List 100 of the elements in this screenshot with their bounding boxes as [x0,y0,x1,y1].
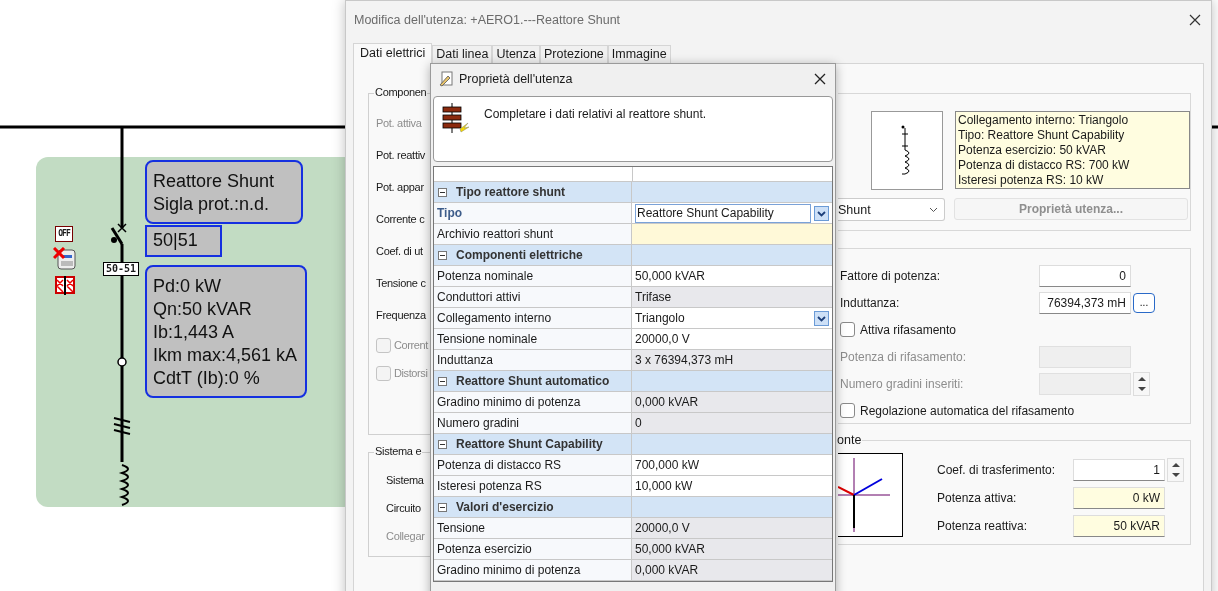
field-label: Corrente c [376,213,425,225]
info-line: Isteresi potenza RS: 10 kW [958,173,1105,188]
tab[interactable]: Immagine [607,45,671,63]
checkbox-label: Corrent [394,339,428,351]
property-name[interactable]: Gradino minimo di potenza [434,560,632,580]
property-value[interactable]: 3 x 76394,373 mH [632,350,832,370]
property-name[interactable]: Conduttori attivi [434,287,632,307]
field-label: Numero gradini inseriti: [840,376,965,391]
type-dropdown[interactable]: Shunt [838,198,945,221]
checkbox-label: Attiva rifasamento [860,322,957,337]
label-text: Sigla prot.:n.d. [153,193,271,216]
field-label: Pot. attiva [376,117,422,129]
group-title: Sistema e [374,445,423,457]
info-line: Potenza esercizio: 50 kVAR [958,143,1107,158]
property-value[interactable]: 50,000 kVAR [632,539,832,559]
info-line: Collegamento interno: Triangolo [958,113,1130,128]
property-value[interactable]: Trifase [632,287,832,307]
tab[interactable]: Utenza [492,45,541,63]
collapse-icon[interactable] [438,502,447,512]
node-icon [117,357,127,367]
property-value[interactable]: Triangolo [632,308,832,328]
property-value[interactable]: 20000,0 V [632,518,832,538]
label-text: Ib:1,443 A [153,321,236,344]
property-value[interactable]: 0,000 kVAR [632,560,832,580]
field-label: Pot. appar [376,181,424,193]
property-name[interactable]: Gradino minimo di potenza [434,392,632,412]
checkbox-label: Regolazione automatica del rifasamento [860,403,1075,418]
field-label: Coef. di ut [376,245,423,257]
coil-icon [121,464,129,506]
field-label: Tensione c [376,277,426,289]
group-title: Componen [374,86,428,98]
label-text: Reattore Shunt [153,170,276,193]
category-title: Reattore Shunt Capability [456,437,603,451]
label-box[interactable]: 50|51 [145,225,222,257]
input-field[interactable]: 1 [1073,459,1165,481]
property-name[interactable]: Potenza di distacco RS [434,455,632,475]
collapse-icon[interactable] [438,439,447,449]
reactor-stack-icon [442,103,470,133]
checkbox[interactable] [840,403,855,418]
close-icon[interactable] [814,72,826,85]
field-label: Potenza reattiva: [937,519,1029,533]
property-name[interactable]: Potenza esercizio [434,539,632,559]
edit-icon [438,70,454,87]
category-title: Tipo reattore shunt [456,185,566,199]
field-label: Collegar [386,530,425,542]
tab[interactable]: Protezione [540,45,608,63]
collapse-icon[interactable] [438,250,447,260]
dropdown-icon[interactable] [814,205,829,221]
label-text: 50|51 [153,229,198,252]
spin-button[interactable] [1133,371,1150,396]
field-label: Circuito [386,502,421,514]
property-name[interactable]: Isteresi potenza RS [434,476,632,496]
dropdown-icon[interactable] [814,310,829,326]
up-arrow-icon[interactable] [1171,462,1180,467]
label-text: CdtT (Ib):0 % [153,367,261,390]
protection-tag: 50-51 [103,262,140,276]
off-badge: OFF [55,226,73,242]
tab[interactable]: Dati elettrici [353,43,433,64]
message-text: Completare i dati relativi al reattore shunt. [484,106,707,121]
chevron-icon [929,206,938,213]
label-box[interactable]: Reattore Shunt Sigla prot.:n.d. [145,160,303,224]
info-line: Tipo: Reattore Shunt Capability [958,128,1126,143]
category-title: Reattore Shunt automatico [456,374,610,388]
input-field[interactable]: 76394,373 mH [1039,291,1131,314]
input-field[interactable]: 50 kVAR [1073,515,1165,537]
field-label: Induttanza: [840,295,901,310]
input-field[interactable]: 0 kW [1073,487,1165,509]
checkbox-label: Distorsi [394,367,428,379]
collapse-icon[interactable] [438,187,447,197]
property-name[interactable]: Collegamento interno [434,308,632,328]
field-label: Fattore di potenza: [840,268,942,283]
dialog-title: Proprietà dell'utenza [459,71,574,86]
property-value[interactable]: 0,000 kVAR [632,392,832,412]
tab[interactable]: Dati linea [432,45,493,63]
field-label: Frequenza [376,309,426,321]
collapse-icon[interactable] [438,376,447,386]
property-name[interactable]: Archivio reattori shunt [434,224,632,244]
close-icon[interactable] [1189,14,1201,26]
breaker-icon [110,222,127,245]
property-value[interactable]: 0 [632,413,832,433]
label-text: Qn:50 kVAR [153,298,253,321]
info-line: Potenza di distacco RS: 700 kW [958,158,1131,173]
property-name[interactable]: Tensione nominale [434,329,632,349]
property-name[interactable]: Induttanza [434,350,632,370]
browse-button[interactable]: ... [1133,292,1155,313]
property-name[interactable]: Tipo [434,203,632,223]
label-text: Pd:0 kW [153,275,223,298]
input-field[interactable]: 0 [1039,264,1131,287]
property-name[interactable]: Tensione [434,518,632,538]
hatched-icon [55,276,75,295]
property-name[interactable]: Numero gradini [434,413,632,433]
down-arrow-icon[interactable] [1171,473,1180,478]
field-label: Sistema [386,474,424,486]
label-box[interactable]: Pd:0 kW Qn:50 kVAR Ib:1,443 A Ikm max:4,561 kA CdtT (Ib):0 % [145,265,308,398]
spin-button[interactable] [1167,458,1184,482]
property-name[interactable]: Potenza nominale [434,266,632,286]
checkbox[interactable] [840,322,855,337]
up-arrow-icon[interactable] [1137,375,1146,381]
window-title: Modifica dell'utenza: +AERO1.---Reattore Shunt [354,13,622,27]
down-arrow-icon[interactable] [1137,386,1146,392]
